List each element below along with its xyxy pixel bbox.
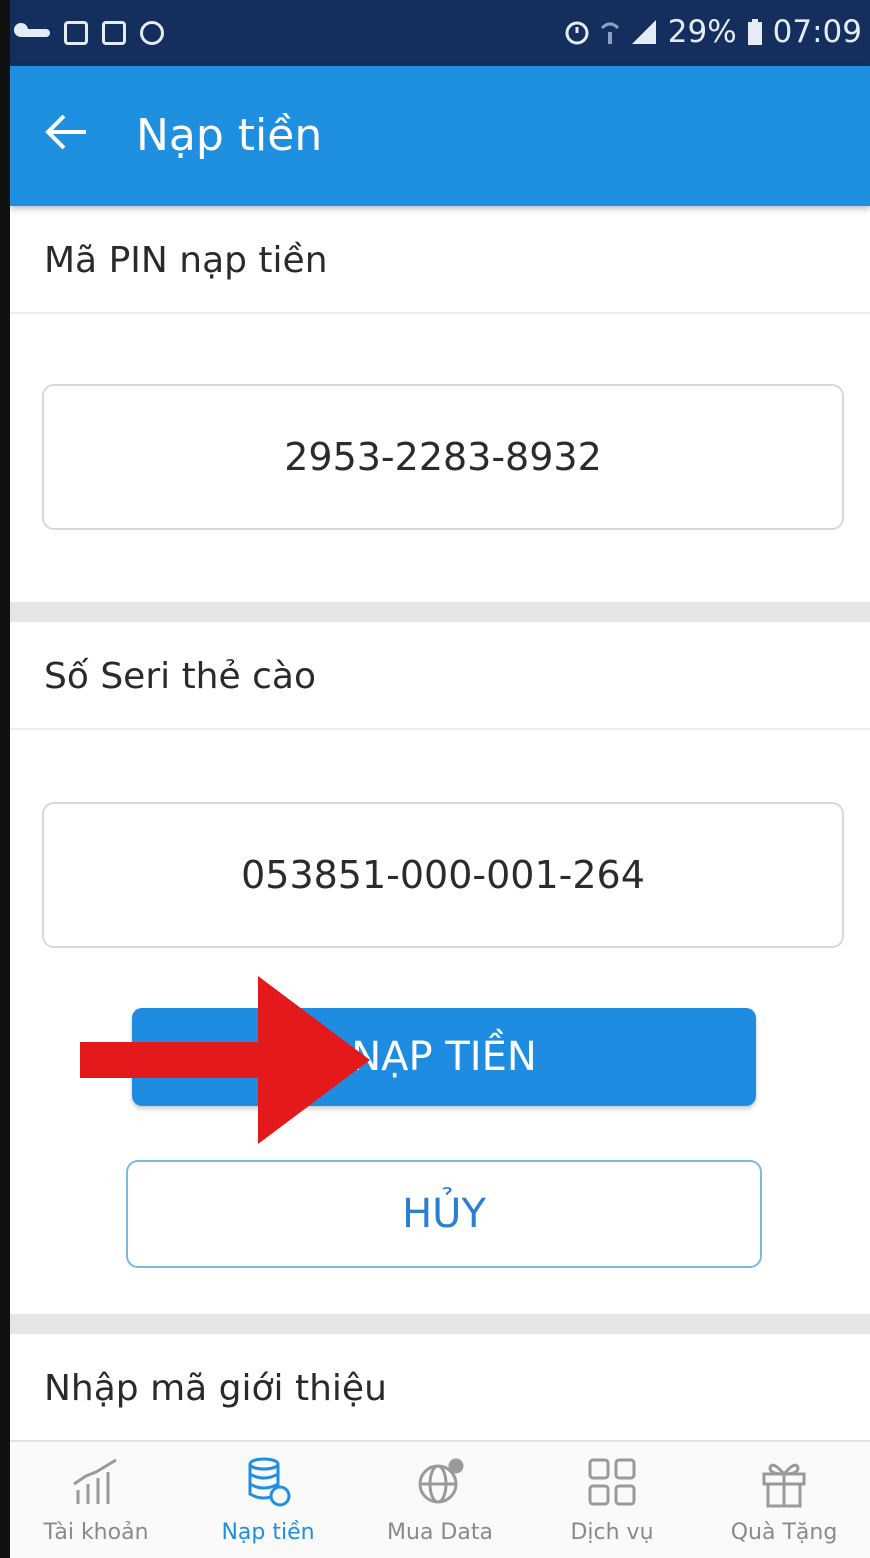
pin-label: Mã PIN nạp tiền xyxy=(44,240,328,281)
calendar-icon xyxy=(102,21,126,45)
key-icon xyxy=(14,23,50,37)
nav-label: Mua Data xyxy=(387,1520,493,1545)
nav-item-buy-data[interactable]: Mua Data xyxy=(354,1442,526,1558)
gift-icon xyxy=(762,1463,806,1508)
app-bar: Nạp tiền xyxy=(10,66,870,206)
submit-topup-button[interactable]: NẠP TIỀN xyxy=(132,1008,756,1106)
nav-item-account[interactable]: Tài khoản xyxy=(10,1442,182,1558)
nav-label: Nạp tiền xyxy=(221,1520,315,1545)
alarm-icon xyxy=(565,21,589,45)
nav-item-gifts[interactable]: Quà Tặng xyxy=(698,1442,870,1558)
grid-apps-icon xyxy=(588,1458,636,1506)
battery-icon xyxy=(747,19,762,45)
image-icon xyxy=(64,21,88,45)
serial-label: Số Seri thẻ cào xyxy=(44,656,316,697)
coin-stack-icon xyxy=(248,1457,291,1507)
serial-input[interactable]: 053851-000-001-264 xyxy=(42,802,844,948)
chart-bars-icon xyxy=(73,1458,117,1504)
section-gap xyxy=(10,1314,870,1334)
signal-icon xyxy=(631,20,656,44)
nav-label: Tài khoản xyxy=(43,1520,149,1545)
section-gap xyxy=(10,602,870,622)
status-bar: 29% 07:09 xyxy=(10,0,870,66)
wifi-icon xyxy=(600,22,619,44)
nav-label: Dịch vụ xyxy=(570,1520,654,1545)
camera-icon xyxy=(140,21,164,45)
divider xyxy=(10,312,870,314)
divider xyxy=(10,728,870,730)
back-arrow-icon[interactable] xyxy=(40,106,92,158)
battery-percent: 29% xyxy=(667,14,737,50)
notification-icons xyxy=(14,16,164,50)
nav-item-services[interactable]: Dịch vụ xyxy=(526,1442,698,1558)
nav-label: Quà Tặng xyxy=(730,1520,838,1545)
bottom-navigation: Tài khoản Nạp tiền Mua Data Dịch vụ Quà … xyxy=(10,1440,870,1558)
pin-input[interactable]: 2953-2283-8932 xyxy=(42,384,844,530)
referral-label[interactable]: Nhập mã giới thiệu xyxy=(44,1368,387,1409)
status-right: 29% 07:09 xyxy=(564,12,862,52)
nav-item-topup[interactable]: Nạp tiền xyxy=(182,1442,354,1558)
cancel-button[interactable]: HỦY xyxy=(126,1160,762,1268)
clock: 07:09 xyxy=(772,14,862,50)
page-title: Nạp tiền xyxy=(136,110,323,161)
app-screen: 29% 07:09 Nạp tiền Mã PIN nạp tiền 2953-… xyxy=(0,0,870,1558)
globe-icon xyxy=(418,1458,464,1504)
